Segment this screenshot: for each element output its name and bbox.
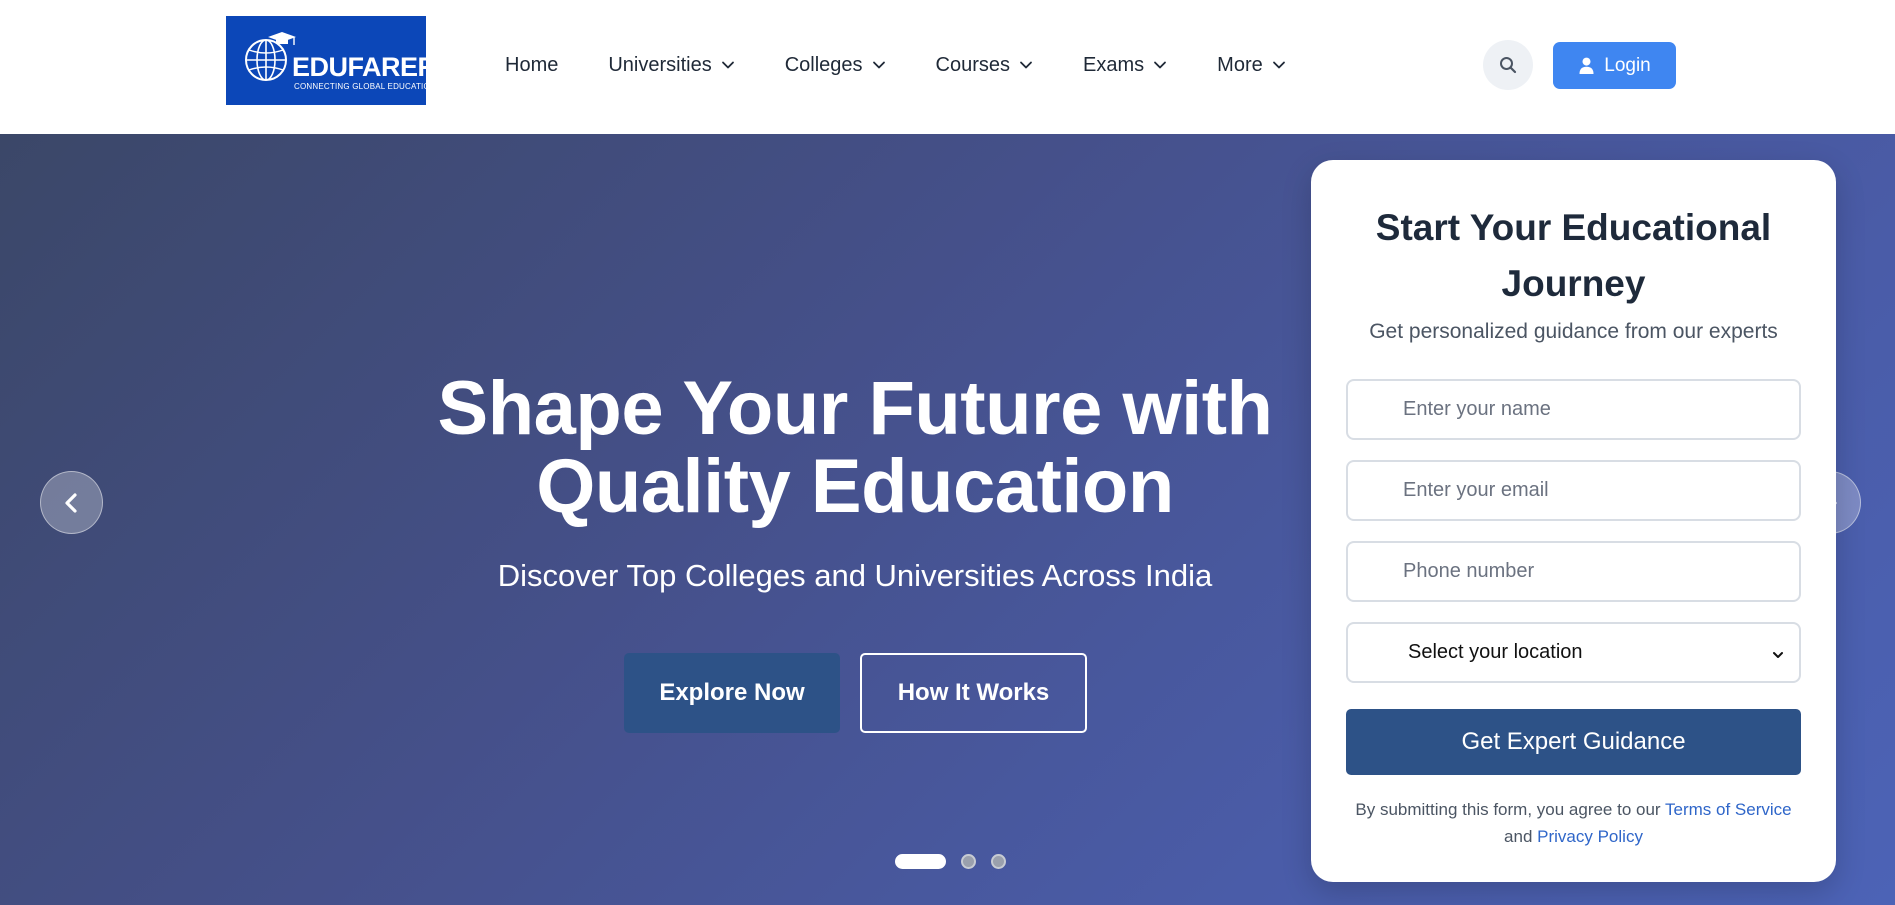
nav-item-exams[interactable]: Exams — [1083, 54, 1167, 77]
nav-item-more[interactable]: More — [1217, 54, 1286, 77]
main-nav: Home Universities Colleges Courses Exams… — [505, 50, 1286, 80]
user-icon — [1579, 57, 1594, 74]
form-title: Start Your Educational Journey — [1311, 200, 1836, 312]
chevron-down-icon — [1154, 61, 1167, 69]
nav-label: More — [1217, 53, 1263, 76]
privacy-policy-link[interactable]: Privacy Policy — [1537, 827, 1643, 846]
carousel-indicators — [895, 853, 1006, 869]
nav-item-universities[interactable]: Universities — [608, 54, 734, 77]
disclaimer-prefix: By submitting this form, you agree to ou… — [1355, 800, 1666, 819]
search-icon — [1500, 57, 1517, 74]
hero-title-line-2: Quality Education — [536, 444, 1174, 529]
carousel-dot-2[interactable] — [961, 853, 976, 869]
search-button[interactable] — [1483, 40, 1533, 90]
chevron-down-icon — [1773, 652, 1783, 658]
nav-label: Courses — [935, 53, 1011, 76]
disclaimer-and: and — [1504, 827, 1538, 846]
site-header: EDUFARER CONNECTING GLOBAL EDUCATION Hom… — [0, 0, 1895, 134]
guidance-form-card: Start Your Educational Journey Get perso… — [1311, 160, 1836, 882]
login-label: Login — [1604, 54, 1651, 76]
login-button[interactable]: Login — [1553, 42, 1676, 89]
email-input[interactable] — [1346, 460, 1801, 521]
brand-logo[interactable]: EDUFARER CONNECTING GLOBAL EDUCATION — [226, 16, 426, 105]
form-title-line-1: Start Your Educational — [1375, 207, 1772, 248]
form-subtitle: Get personalized guidance from our exper… — [1369, 320, 1778, 343]
carousel-dot-1[interactable] — [895, 853, 946, 869]
chevron-left-icon — [64, 492, 77, 513]
nav-label: Home — [505, 53, 559, 76]
chevron-down-icon — [1272, 61, 1285, 69]
name-input[interactable] — [1346, 379, 1801, 440]
how-it-works-button[interactable]: How It Works — [860, 653, 1087, 733]
nav-label: Universities — [608, 53, 712, 76]
hero-title-line-1: Shape Your Future with — [437, 366, 1273, 451]
carousel-dot-3[interactable] — [991, 853, 1006, 869]
location-select-value: Select your location — [1408, 641, 1583, 663]
nav-item-home[interactable]: Home — [505, 54, 558, 77]
nav-label: Exams — [1083, 53, 1145, 76]
chevron-down-icon — [721, 61, 734, 69]
phone-input[interactable] — [1346, 541, 1801, 602]
form-disclaimer: By submitting this form, you agree to ou… — [1331, 796, 1816, 850]
get-expert-guidance-button[interactable]: Get Expert Guidance — [1346, 709, 1801, 775]
explore-now-button[interactable]: Explore Now — [624, 653, 840, 733]
carousel-prev-button[interactable] — [40, 471, 103, 534]
brand-tagline: CONNECTING GLOBAL EDUCATION — [294, 82, 426, 91]
brand-name: EDUFARER — [292, 52, 426, 82]
form-title-line-2: Journey — [1501, 263, 1646, 304]
globe-graduation-cap-icon — [245, 32, 296, 81]
chevron-down-icon — [1020, 61, 1032, 69]
nav-label: Colleges — [784, 53, 863, 76]
nav-item-courses[interactable]: Courses — [936, 54, 1033, 77]
chevron-down-icon — [872, 61, 885, 69]
nav-item-colleges[interactable]: Colleges — [785, 54, 886, 77]
location-select[interactable]: Select your location — [1346, 622, 1801, 683]
terms-of-service-link[interactable]: Terms of Service — [1665, 800, 1792, 819]
